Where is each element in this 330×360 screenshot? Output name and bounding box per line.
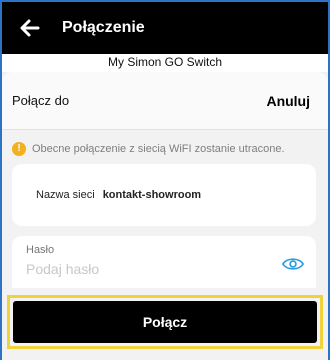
sheet-header: Połącz do Anuluj	[2, 72, 328, 130]
network-label: Nazwa sieci	[36, 189, 95, 201]
arrow-left-icon[interactable]	[18, 16, 42, 40]
password-label: Hasło	[26, 244, 55, 256]
sheet-title: Połącz do	[12, 93, 70, 108]
connect-sheet: Połącz do Anuluj ! Obecne połączenie z s…	[2, 72, 328, 360]
exclamation-icon: !	[12, 142, 26, 156]
network-name: kontakt-showroom	[102, 189, 202, 201]
warning-text: Obecne połączenie z siecią WiFI zostanie…	[32, 143, 285, 155]
connect-button-focus: Połącz	[7, 295, 323, 349]
cancel-button[interactable]: Anuluj	[266, 93, 310, 109]
password-field: Hasło	[12, 236, 316, 288]
page-title: Połączenie	[62, 19, 145, 36]
device-name: My Simon GO Switch	[2, 54, 328, 72]
eye-icon[interactable]	[282, 256, 304, 272]
password-input[interactable]	[26, 259, 256, 279]
warning-message: ! Obecne połączenie z siecią WiFI zostan…	[12, 142, 328, 156]
network-card: Nazwa sieci kontakt-showroom	[12, 164, 316, 226]
connect-button[interactable]: Połącz	[13, 301, 317, 343]
top-bar: Połączenie	[2, 2, 328, 54]
